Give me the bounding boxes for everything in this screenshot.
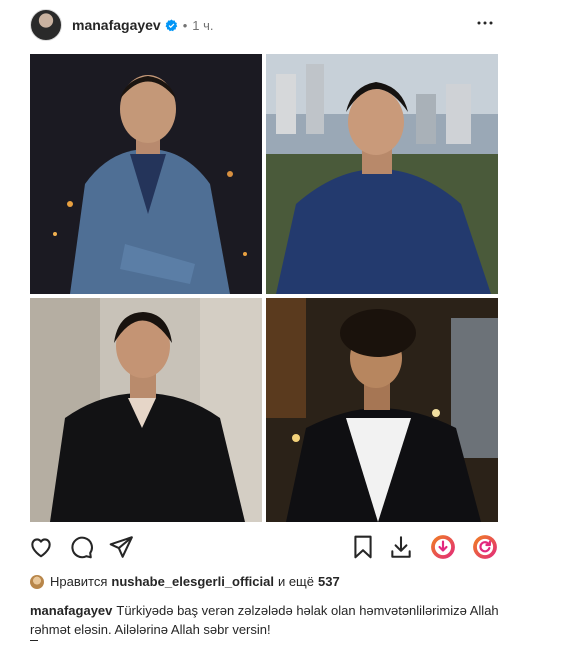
- bookmark-icon[interactable]: [350, 534, 376, 565]
- caption-username[interactable]: manafagayev: [30, 603, 112, 618]
- caption-more-indicator: [30, 640, 38, 641]
- likes-summary: Нравится nushabe_elesgerli_official и ещ…: [30, 574, 340, 589]
- post-actions-bar: [28, 532, 502, 562]
- more-options-icon[interactable]: [476, 14, 494, 37]
- verified-badge-icon: [165, 19, 178, 32]
- avatar[interactable]: [30, 9, 62, 41]
- separator-dot: •: [182, 17, 188, 33]
- likes-user[interactable]: nushabe_elesgerli_official: [111, 574, 274, 589]
- likes-prefix: Нравится: [50, 574, 108, 589]
- comment-icon[interactable]: [68, 534, 94, 565]
- heart-icon[interactable]: [28, 534, 54, 565]
- download-video-extension-icon[interactable]: [430, 534, 456, 565]
- likes-connector: и ещё: [277, 574, 314, 589]
- photo-top-left: [30, 54, 262, 294]
- post-caption: manafagayev Türkiyədə baş verən zəlzələdə…: [30, 601, 500, 639]
- post-username[interactable]: manafagayev: [72, 17, 161, 33]
- liker-avatar: [30, 574, 44, 589]
- photo-top-right: [266, 54, 498, 294]
- photo-bottom-right: [266, 298, 498, 522]
- download-icon[interactable]: [388, 534, 414, 565]
- post-time[interactable]: 1 ч.: [192, 18, 213, 33]
- send-icon[interactable]: [108, 534, 134, 565]
- refresh-extension-icon[interactable]: [472, 534, 498, 565]
- likes-count[interactable]: 537: [318, 574, 340, 589]
- photo-bottom-left: [30, 298, 262, 522]
- post-image[interactable]: [30, 54, 498, 522]
- post-header: manafagayev • 1 ч.: [30, 8, 500, 42]
